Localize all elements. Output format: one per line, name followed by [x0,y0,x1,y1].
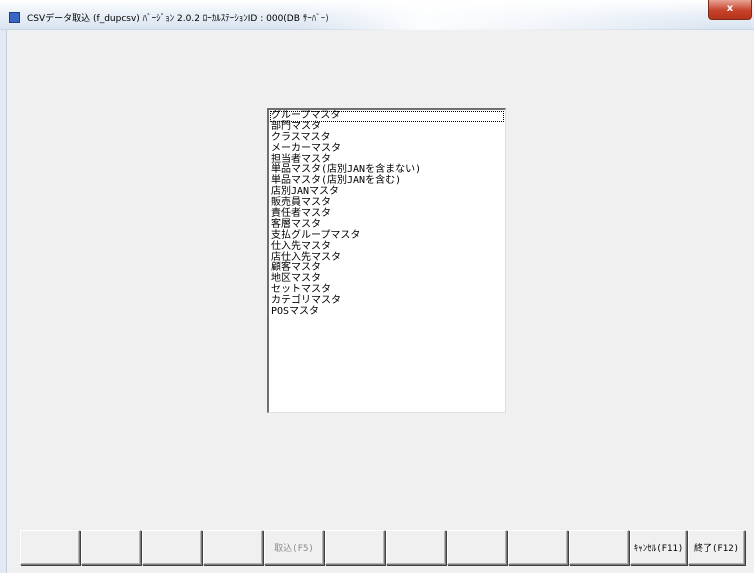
function-key-button-f10[interactable] [569,530,629,565]
function-key-button-f2[interactable] [81,530,141,565]
function-key-button-f12[interactable]: 終了(F12) [688,530,745,565]
function-key-button-f8[interactable] [447,530,507,565]
function-key-button-f7[interactable] [386,530,446,565]
function-key-button-f1[interactable] [20,530,80,565]
function-key-button-f11[interactable]: ｷｬﾝｾﾙ(F11) [630,530,687,565]
app-icon[interactable] [9,12,20,23]
function-key-button-f3[interactable] [142,530,202,565]
function-key-bar: 取込(F5) ｷｬﾝｾﾙ(F11) 終了(F12) [20,530,754,565]
master-type-listbox[interactable]: グループマスタ 部門マスタ クラスマスタ メーカーマスタ 担当者マスタ 単品マスタ(店別J… [267,108,506,413]
title-bar-decoration [300,0,710,30]
master-list-item[interactable]: メーカーマスタ [270,143,505,155]
function-key-button-f6[interactable] [325,530,385,565]
master-list-item[interactable]: 仕入先マスタ [270,241,505,253]
function-key-button-f9[interactable] [508,530,568,565]
window-title: CSVデータ取込 (f_dupcsv) ﾊﾞｰｼﾞｮﾝ 2.0.2 ﾛｰｶﾙｽﾃ… [27,14,329,24]
function-key-button-f4[interactable] [203,530,263,565]
master-list-item[interactable]: POSマスタ [270,306,505,318]
window-left-border [0,30,7,573]
title-bar[interactable]: CSVデータ取込 (f_dupcsv) ﾊﾞｰｼﾞｮﾝ 2.0.2 ﾛｰｶﾙｽﾃ… [0,0,754,30]
close-button[interactable]: x [708,0,752,20]
function-key-button-f5[interactable]: 取込(F5) [264,530,324,565]
